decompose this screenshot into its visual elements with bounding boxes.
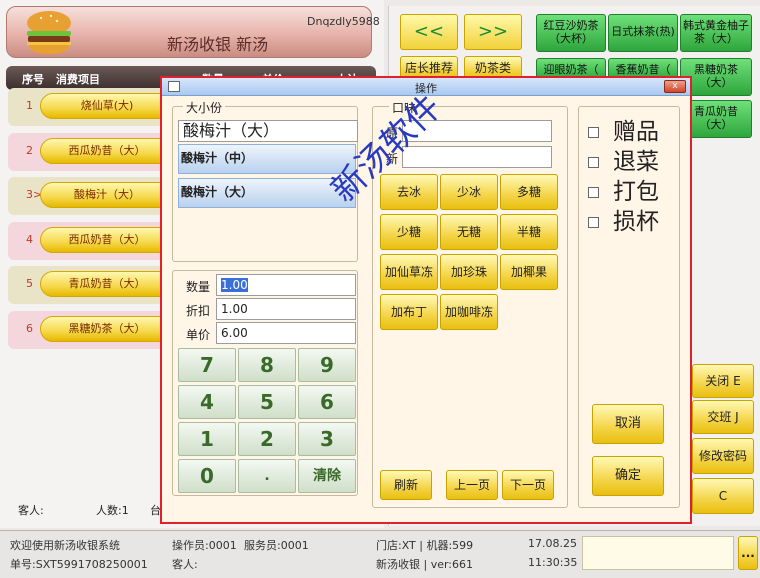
c-button[interactable]: C xyxy=(692,478,754,514)
prev-page-button[interactable]: << xyxy=(400,14,458,50)
key-dot[interactable]: . xyxy=(238,459,296,493)
order-item-button[interactable]: 黑糖奶茶（大） xyxy=(40,316,174,342)
guest-count: 人数:1 xyxy=(96,504,129,517)
order-row[interactable]: 3> 酸梅汁（大） xyxy=(8,177,176,215)
header-banner: 新汤收银 新汤 Dnqzdly5988 xyxy=(6,6,380,58)
key-8[interactable]: 8 xyxy=(238,348,296,382)
order-row-index: 6 xyxy=(26,322,33,335)
store-text: 门店:XT | 机器:599 xyxy=(376,539,474,552)
confirm-button[interactable]: 确定 xyxy=(592,456,664,496)
key-1[interactable]: 1 xyxy=(178,422,236,456)
order-item-button[interactable]: 酸梅汁（大） xyxy=(40,182,174,208)
waiter-text: 服务员:0001 xyxy=(244,539,309,552)
key-6[interactable]: 6 xyxy=(298,385,356,419)
order-row[interactable]: 1 烧仙草(大) xyxy=(8,88,176,126)
col-seq: 序号 xyxy=(22,73,44,86)
refresh-button[interactable]: 刷新 xyxy=(380,470,432,500)
key-7[interactable]: 7 xyxy=(178,348,236,382)
broken-cup-label: 损杯 xyxy=(613,209,659,235)
size-group-title: 大小份 xyxy=(183,99,226,116)
order-row[interactable]: 2 西瓜奶昔（大） xyxy=(8,133,176,171)
checkbox-box xyxy=(588,127,599,138)
order-item-button[interactable]: 烧仙草(大) xyxy=(40,93,174,119)
order-row[interactable]: 4 西瓜奶昔（大） xyxy=(8,222,176,260)
product-button[interactable]: 红豆沙奶茶（大杯） xyxy=(536,14,606,52)
order-row[interactable]: 6 黑糖奶茶（大） xyxy=(8,311,176,349)
device-id: Dnqzdly5988 xyxy=(307,15,380,28)
discount-input[interactable]: 1.00 xyxy=(216,298,356,320)
flavor-button[interactable]: 少冰 xyxy=(440,174,498,210)
flavor-button[interactable]: 少糖 xyxy=(380,214,438,250)
flavor-button[interactable]: 加椰果 xyxy=(500,254,558,290)
key-5[interactable]: 5 xyxy=(238,385,296,419)
key-4[interactable]: 4 xyxy=(178,385,236,419)
discount-label: 折扣 xyxy=(186,304,211,318)
prev-page-button[interactable]: 上一页 xyxy=(446,470,498,500)
order-item-button[interactable]: 青瓜奶昔（大） xyxy=(40,271,174,297)
flavor-button[interactable]: 去冰 xyxy=(380,174,438,210)
broken-cup-checkbox[interactable]: 损杯 xyxy=(588,202,659,236)
order-row-index: 2 xyxy=(26,144,33,157)
qty-label: 数量 xyxy=(186,280,211,294)
product-button[interactable]: 日式抹茶(热) xyxy=(608,14,678,52)
gift-checkbox[interactable]: 赠品 xyxy=(588,112,659,146)
qty-input[interactable]: 1.00 xyxy=(216,274,356,296)
flavor-button[interactable]: 加仙草冻 xyxy=(380,254,438,290)
takeaway-checkbox[interactable]: 打包 xyxy=(588,172,659,206)
time-text: 11:30:35 xyxy=(528,556,578,569)
new-flavor-field[interactable] xyxy=(402,146,552,168)
order-item-button[interactable]: 西瓜奶昔（大） xyxy=(40,138,174,164)
welcome-text: 欢迎使用新汤收银系统 xyxy=(10,539,120,552)
close-e-button[interactable]: 关闭 E xyxy=(692,364,754,398)
version-text: 新汤收银 | ver:661 xyxy=(376,558,474,571)
guest-text: 客人: xyxy=(172,558,198,571)
order-row-index: 4 xyxy=(26,233,33,246)
change-password-button[interactable]: 修改密码 xyxy=(692,438,754,474)
price-label: 单价 xyxy=(186,328,211,342)
checkbox-box xyxy=(588,157,599,168)
col-item: 消费项目 xyxy=(56,73,100,86)
return-checkbox[interactable]: 退菜 xyxy=(588,142,659,176)
qty-value: 1.00 xyxy=(221,278,248,292)
message-box xyxy=(582,536,734,570)
key-3[interactable]: 3 xyxy=(298,422,356,456)
guest-label: 客人: xyxy=(18,504,44,517)
key-2[interactable]: 2 xyxy=(238,422,296,456)
burger-logo-icon xyxy=(27,11,71,54)
flavor-button[interactable]: 无糖 xyxy=(440,214,498,250)
app-title: 新汤收银 新汤 xyxy=(167,35,269,54)
price-input[interactable]: 6.00 xyxy=(216,322,356,344)
flavor-button[interactable]: 加布丁 xyxy=(380,294,438,330)
key-0[interactable]: 0 xyxy=(178,459,236,493)
operation-dialog: 操作 x 大小份 酸梅汁（大） 酸梅汁（中） 酸梅汁（大） 数量 1.00 折扣… xyxy=(160,76,692,524)
product-button[interactable]: 韩式黄金柚子茶（大） xyxy=(680,14,752,52)
order-row-index: 5 xyxy=(26,277,33,290)
shift-j-button[interactable]: 交班 J xyxy=(692,400,754,434)
order-item-button[interactable]: 西瓜奶昔（大） xyxy=(40,227,174,253)
key-clear[interactable]: 清除 xyxy=(298,459,356,493)
flavor-button[interactable]: 多糖 xyxy=(500,174,558,210)
checkbox-box xyxy=(588,217,599,228)
current-size-field: 酸梅汁（大） xyxy=(178,120,358,142)
order-number: 单号:SXT5991708250001 xyxy=(10,558,148,571)
key-9[interactable]: 9 xyxy=(298,348,356,382)
cancel-button[interactable]: 取消 xyxy=(592,404,664,444)
close-icon[interactable]: x xyxy=(664,80,686,93)
date-text: 17.08.25 xyxy=(528,537,577,550)
more-button[interactable]: ... xyxy=(738,536,758,570)
flavor-button[interactable]: 加珍珠 xyxy=(440,254,498,290)
order-row[interactable]: 5 青瓜奶昔（大） xyxy=(8,266,176,304)
next-page-button[interactable]: 下一页 xyxy=(502,470,554,500)
flavor-button[interactable]: 半糖 xyxy=(500,214,558,250)
checkbox-box xyxy=(588,187,599,198)
order-row-index: 1 xyxy=(26,99,33,112)
next-page-button[interactable]: >> xyxy=(464,14,522,50)
flavor-button[interactable]: 加咖啡冻 xyxy=(440,294,498,330)
operator-text: 操作员:0001 xyxy=(172,539,237,552)
